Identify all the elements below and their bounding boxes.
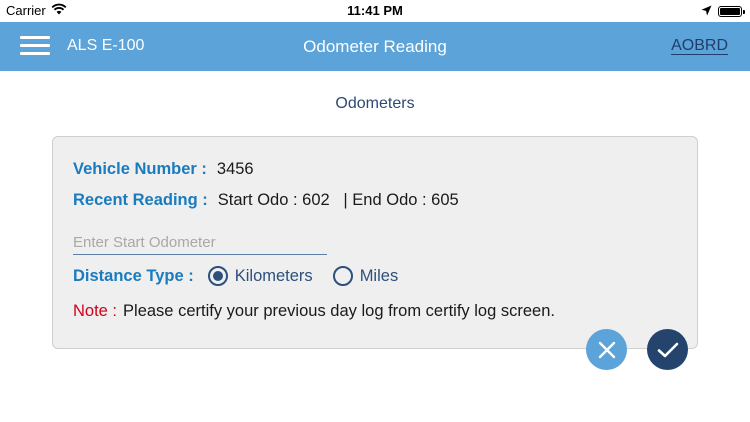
note-row: Note : Please certify your previous day … [73,302,555,321]
odometer-form-card: Vehicle Number : 3456 Recent Reading : S… [52,136,698,349]
aobrd-link[interactable]: AOBRD [671,37,728,55]
checkmark-icon [657,342,678,357]
nav-bar: ALS E-100 Odometer Reading AOBRD [0,22,750,71]
radio-kilometers-circle [207,266,228,286]
recent-reading-label: Recent Reading : [73,191,208,209]
hamburger-menu-icon[interactable] [20,34,52,58]
radio-miles-circle [332,266,353,286]
battery-fill [720,8,740,15]
status-time: 11:41 PM [347,3,403,18]
recent-reading-row: Recent Reading : Start Odo : 602 | End O… [73,191,459,210]
radio-miles[interactable]: Miles [332,266,399,286]
battery-tip [743,10,745,14]
cancel-button[interactable] [586,329,627,370]
close-icon [598,341,615,358]
radio-selected-dot [212,271,223,281]
start-odometer-input[interactable] [73,232,327,254]
status-right [701,4,745,19]
note-text: Please certify your previous day log fro… [123,302,555,320]
vehicle-number-row: Vehicle Number : 3456 [73,160,254,179]
vehicle-number-label: Vehicle Number : [73,160,207,178]
recent-reading-value: Start Odo : 602 | End Odo : 605 [217,191,459,209]
start-odometer-field-wrap [73,232,327,255]
section-title: Odometers [335,95,415,112]
distance-type-row: Distance Type : Kilometers Miles [73,266,398,286]
confirm-button[interactable] [647,329,688,370]
note-label: Note : [73,302,118,320]
battery-icon [718,6,745,17]
vehicle-number-value: 3456 [216,160,254,178]
location-arrow-icon [701,4,712,19]
status-bar: Carrier 11:41 PM [0,0,750,22]
distance-type-label: Distance Type : [73,266,194,285]
radio-kilometers[interactable]: Kilometers [207,266,313,286]
radio-miles-label: Miles [359,266,399,285]
radio-kilometers-label: Kilometers [234,266,313,285]
app-name: ALS E-100 [67,37,145,54]
